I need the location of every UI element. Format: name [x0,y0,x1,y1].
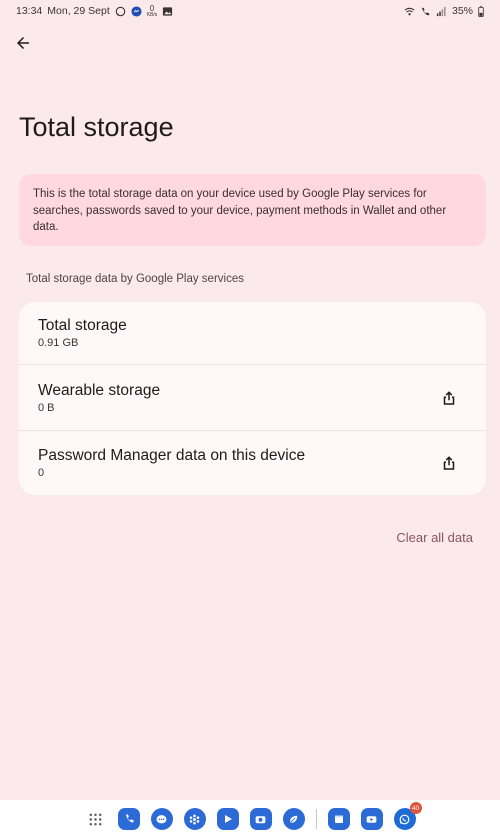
status-time: 13:34 [16,5,43,17]
clear-all-data-button[interactable]: Clear all data [396,530,473,545]
share-export-icon [443,390,455,405]
camera-app-icon[interactable] [249,808,272,830]
signal-icon [436,6,447,17]
storage-row-title: Password Manager data on this device [38,447,306,464]
storage-row-wearable[interactable]: Wearable storage 0 B [19,364,486,430]
battery-icon [478,5,484,17]
storage-row-text: Password Manager data on this device 0 [38,446,305,480]
export-password-data-button[interactable] [438,452,460,474]
storage-row-value: 0 B [38,401,55,414]
info-banner-text: This is the total storage data on your d… [33,188,447,233]
storage-row-password-manager[interactable]: Password Manager data on this device 0 [19,430,486,495]
dock-separator [315,809,317,829]
status-bar: 13:34 Mon, 29 Sept 0 KB/s 35% [0,0,500,22]
phone-app-icon[interactable] [117,808,140,830]
app-drawer-icon[interactable] [85,808,107,830]
notification-badge: 40 [409,802,422,814]
export-wearable-button[interactable] [438,387,460,409]
storage-row-value: 0 [38,467,45,479]
storage-row-title: Total storage [38,316,127,334]
taskbar-dock: 40 [0,800,500,838]
storage-row-text: Total storage 0.91 GB [38,316,127,350]
page-title: Total storage [19,112,174,142]
wifi-calling-icon [420,6,431,17]
back-button[interactable] [8,28,38,58]
storage-card: Total storage 0.91 GB Wearable storage 0… [19,302,486,495]
storage-row-total[interactable]: Total storage 0.91 GB [19,302,486,363]
whatsapp-notification-icon [115,6,126,17]
section-label: Total storage data by Google Play servic… [26,273,244,285]
wifi-icon [404,6,415,17]
network-speed-indicator: 0 KB/s [146,4,158,18]
network-speed-unit: KB/s [146,11,158,18]
whatsapp-app-icon[interactable]: 40 [393,802,422,830]
status-left: 13:34 Mon, 29 Sept 0 KB/s [16,4,173,18]
internet-browser-icon[interactable] [282,808,305,830]
status-date: Mon, 29 Sept [47,5,110,17]
messages-app-icon[interactable] [150,808,173,830]
storage-row-value: 0.91 GB [38,336,79,349]
status-right: 35% [404,5,484,17]
battery-percentage: 35% [451,5,473,17]
info-banner: This is the total storage data on your d… [19,174,486,246]
gallery-notification-icon [162,6,173,17]
storage-row-text: Wearable storage 0 B [38,381,160,415]
calendar-app-icon[interactable] [327,808,350,830]
bixby-app-icon[interactable] [183,808,206,830]
messenger-notification-icon [131,5,142,17]
play-store-app-icon[interactable] [216,808,239,830]
arrow-back-icon [17,37,29,49]
youtube-app-icon[interactable] [360,808,383,830]
storage-row-title: Wearable storage [38,381,161,399]
share-export-icon [443,456,455,470]
screen: 13:34 Mon, 29 Sept 0 KB/s 35% Total stor… [0,0,500,838]
